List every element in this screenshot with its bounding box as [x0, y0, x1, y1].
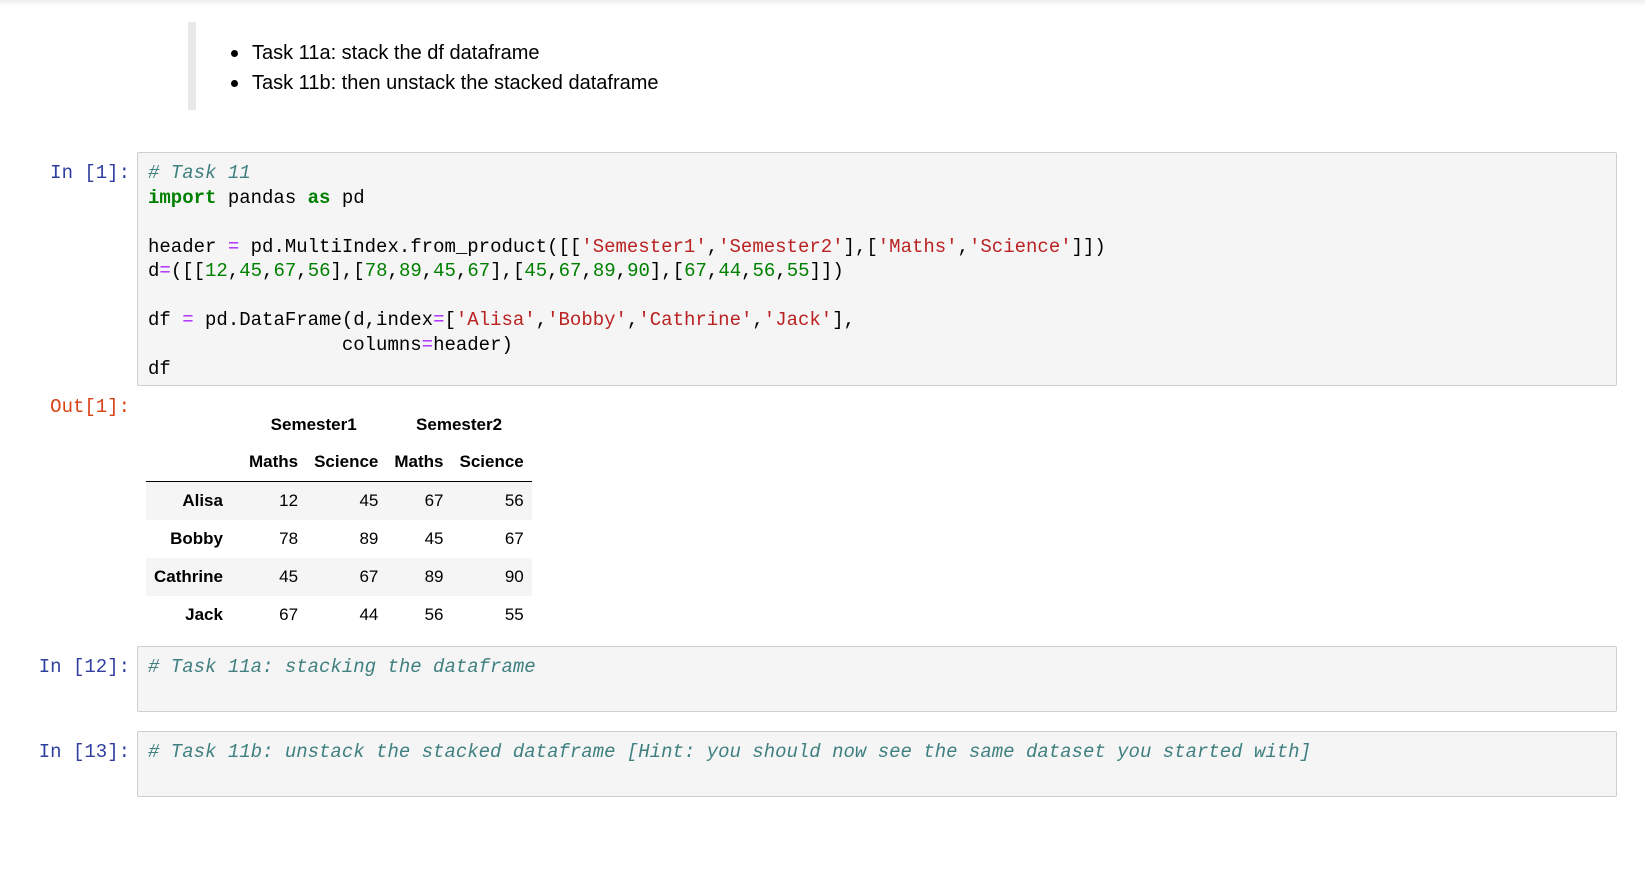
input-prompt: In [1]:: [50, 162, 130, 184]
code-editor[interactable]: # Task 11b: unstack the stacked datafram…: [148, 740, 1311, 765]
row-index: Bobby: [170, 529, 223, 548]
table-cell: 56: [424, 605, 444, 624]
table-cell: 90: [504, 567, 524, 586]
input-prompt: In [12]:: [38, 656, 130, 678]
column-header: Maths: [240, 443, 307, 482]
table-cell: 89: [424, 567, 444, 586]
table-cell: 56: [504, 491, 524, 510]
input-prompt: In [13]:: [38, 741, 130, 763]
table-cell: 89: [359, 529, 379, 548]
code-cell-13[interactable]: # Task 11b: unstack the stacked datafram…: [137, 731, 1617, 797]
table-row: Bobby 78 89 45 67: [146, 520, 532, 558]
table-cell: 67: [424, 491, 444, 510]
row-index: Jack: [185, 605, 223, 624]
task-list-item: Task 11b: then unstack the stacked dataf…: [231, 68, 659, 98]
table-cell: 67: [504, 529, 524, 548]
table-cell: 67: [279, 605, 299, 624]
table-cell: 45: [359, 491, 379, 510]
table-cell: 45: [279, 567, 299, 586]
code-cell-12[interactable]: # Task 11a: stacking the dataframe: [137, 646, 1617, 712]
code-editor[interactable]: # Task 11a: stacking the dataframe: [148, 655, 536, 680]
column-group-header: Semester1: [270, 415, 357, 434]
table-cell: 45: [424, 529, 444, 548]
code-comment: # Task 11b: unstack the stacked datafram…: [148, 741, 1311, 763]
markdown-blockquote: Task 11a: stack the df dataframe Task 11…: [188, 22, 896, 110]
code-comment: # Task 11: [148, 162, 251, 184]
table-cell: 55: [504, 605, 524, 624]
table-cell: 44: [359, 605, 379, 624]
top-shadow: [0, 0, 1645, 6]
column-header: Maths: [386, 443, 452, 482]
column-header: Science: [451, 443, 532, 482]
table-row: Cathrine 45 67 89 90: [146, 558, 532, 596]
row-index: Cathrine: [154, 567, 223, 586]
dataframe-output: Semester1 Semester2 Maths Science Maths …: [146, 407, 532, 634]
code-comment: # Task 11a: stacking the dataframe: [148, 656, 536, 678]
table-cell: 12: [279, 491, 299, 510]
code-cell-1[interactable]: # Task 11 import pandas as pd header = p…: [137, 152, 1617, 386]
task-list: Task 11a: stack the df dataframe Task 11…: [231, 38, 659, 98]
row-index: Alisa: [182, 491, 223, 510]
index-header-blank: [146, 407, 241, 443]
output-prompt: Out[1]:: [50, 396, 130, 418]
bullet-icon: [231, 50, 238, 57]
table-cell: 78: [279, 529, 299, 548]
table-row: Alisa 12 45 67 56: [146, 481, 532, 520]
table-row: Jack 67 44 56 55: [146, 596, 532, 634]
task-list-item: Task 11a: stack the df dataframe: [231, 38, 659, 68]
index-header-blank: [146, 443, 241, 482]
code-editor[interactable]: # Task 11 import pandas as pd header = p…: [148, 161, 1106, 382]
column-header: Science: [306, 443, 387, 482]
column-group-header: Semester2: [416, 415, 503, 434]
table-cell: 67: [359, 567, 379, 586]
bullet-icon: [231, 80, 238, 87]
